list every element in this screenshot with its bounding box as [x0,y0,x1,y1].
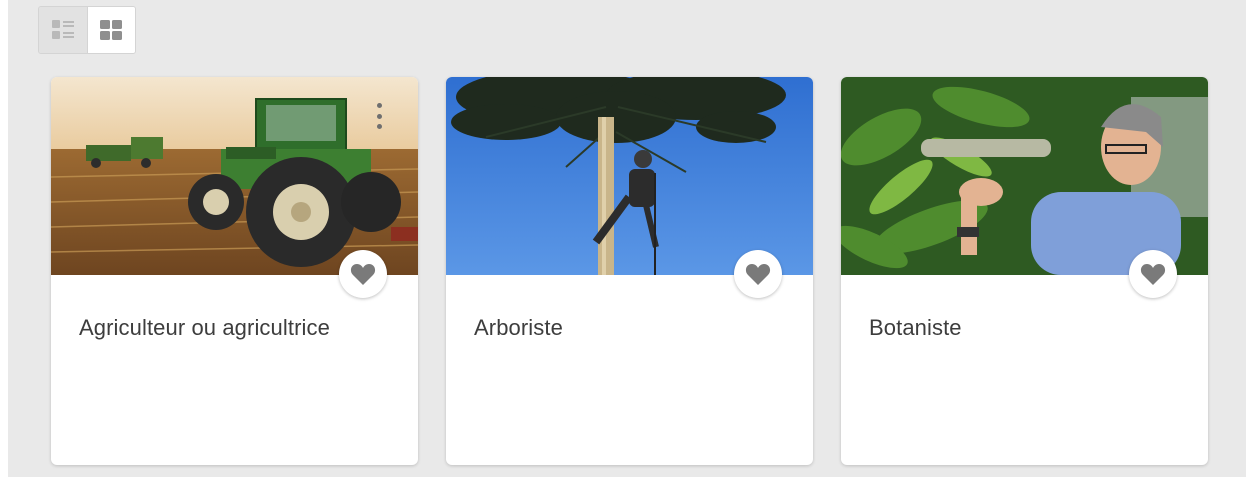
grid-view-button[interactable] [87,7,135,53]
tractor-field-photo [51,77,418,275]
career-card-agriculteur[interactable]: Agriculteur ou agricultrice [51,77,418,465]
favorite-button[interactable] [734,250,782,298]
career-results-area: Agriculteur ou agricultrice Arboriste Bo… [8,0,1246,477]
card-more-options-button[interactable] [372,103,386,129]
heart-icon [745,264,771,285]
arborist-climbing-tree-photo [446,77,813,275]
list-view-icon [51,20,74,39]
heart-icon [350,264,376,285]
favorite-button[interactable] [339,250,387,298]
more-vertical-icon [376,103,382,108]
career-card-botaniste[interactable]: Botaniste [841,77,1208,465]
heart-icon [1140,264,1166,285]
grid-view-icon [100,20,123,40]
list-view-button[interactable] [39,7,88,53]
card-title[interactable]: Botaniste [869,315,962,341]
career-card-arboriste[interactable]: Arboriste [446,77,813,465]
card-title[interactable]: Arboriste [474,315,563,341]
favorite-button[interactable] [1129,250,1177,298]
botanist-with-orchids-photo [841,77,1208,275]
view-toggle [38,6,136,54]
card-title[interactable]: Agriculteur ou agricultrice [79,315,330,341]
